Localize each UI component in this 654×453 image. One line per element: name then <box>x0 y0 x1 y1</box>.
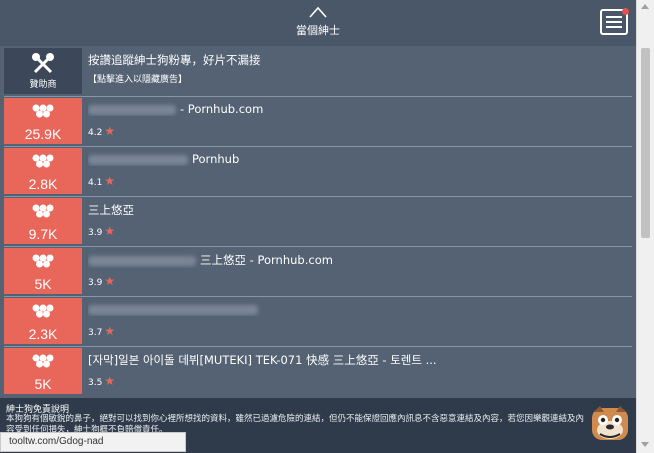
list-item[interactable]: 25.9K - Pornhub.com 4.2 ★ <box>4 96 632 147</box>
header-bar: 當個紳士 <box>0 0 636 46</box>
item-title[interactable]: [자막]일본 아이돌 데뷔[MUTEKI] TEK-071 快感 三上悠亞 - … <box>88 352 628 368</box>
star-icon: ★ <box>104 374 116 388</box>
page-title: 當個紳士 <box>296 24 340 37</box>
blurred-text <box>88 154 188 165</box>
scroll-down-arrow-icon[interactable] <box>641 442 649 447</box>
status-url: tooltw.com/Gdog-nad <box>0 432 186 452</box>
star-icon: ★ <box>104 224 116 238</box>
sponsor-thumb: 贊助商 <box>4 48 82 94</box>
scrollbar[interactable] <box>636 0 654 453</box>
eyes-icon <box>32 304 54 318</box>
item-rating: 3.9 ★ <box>88 224 116 238</box>
list-item[interactable]: 5K [자막]일본 아이돌 데뷔[MUTEKI] TEK-071 快感 三上悠亞… <box>4 346 632 396</box>
item-title[interactable] <box>88 302 628 316</box>
item-title[interactable]: Pornhub <box>88 152 628 166</box>
crossed-tools-icon <box>32 53 54 74</box>
view-count: 2.8K <box>28 176 58 192</box>
item-rating: 3.5 ★ <box>88 374 116 388</box>
star-icon: ★ <box>104 124 116 138</box>
star-icon: ★ <box>104 324 116 338</box>
view-count: 25.9K <box>24 126 62 142</box>
chevron-up-icon[interactable] <box>309 6 327 18</box>
list-item[interactable]: 2.8K Pornhub 4.1 ★ <box>4 146 632 197</box>
eyes-icon <box>32 104 54 118</box>
menu-button[interactable] <box>600 8 629 35</box>
view-count: 5K <box>34 276 52 292</box>
eyes-icon <box>32 154 54 168</box>
scroll-thumb[interactable] <box>641 48 650 238</box>
eyes-icon <box>32 204 54 218</box>
view-count-thumb: 25.9K <box>4 98 82 144</box>
item-title[interactable]: - Pornhub.com <box>88 102 628 116</box>
list-item[interactable]: 9.7K 三上悠亞 3.9 ★ <box>4 196 632 247</box>
blurred-text <box>88 304 258 315</box>
item-rating: 4.1 ★ <box>88 174 116 188</box>
scroll-up-arrow-icon[interactable] <box>641 4 649 9</box>
item-rating: 4.2 ★ <box>88 124 116 138</box>
bulldog-mascot-icon[interactable] <box>590 404 630 444</box>
list-item[interactable]: 2.3K 3.7 ★ <box>4 296 632 347</box>
list-item[interactable]: 5K 三上悠亞 - Pornhub.com 3.9 ★ <box>4 246 632 297</box>
item-rating: 3.9 ★ <box>88 274 116 288</box>
view-count: 5K <box>34 376 52 392</box>
item-title[interactable]: 三上悠亞 - Pornhub.com <box>88 252 628 268</box>
sponsor-title[interactable]: 按讚追蹤紳士狗粉專，好片不漏接 <box>88 52 628 68</box>
sponsor-subtitle[interactable]: 【點擊進入以隱藏廣告】 <box>88 72 187 85</box>
star-icon: ★ <box>104 174 116 188</box>
sponsor-row[interactable]: 贊助商 按讚追蹤紳士狗粉專，好片不漏接 【點擊進入以隱藏廣告】 <box>4 46 632 97</box>
sponsor-label: 贊助商 <box>29 80 57 90</box>
view-count: 9.7K <box>28 226 58 242</box>
blurred-text <box>88 104 176 115</box>
notification-dot <box>622 8 629 15</box>
star-icon: ★ <box>104 274 116 288</box>
view-count: 2.3K <box>28 326 58 342</box>
view-count-thumb: 2.8K <box>4 148 82 194</box>
blurred-text <box>88 255 196 266</box>
eyes-icon <box>32 354 54 368</box>
view-count-thumb: 2.3K <box>4 298 82 344</box>
view-count-thumb: 5K <box>4 348 82 394</box>
item-rating: 3.7 ★ <box>88 324 116 338</box>
item-title[interactable]: 三上悠亞 <box>88 202 628 218</box>
view-count-thumb: 5K <box>4 248 82 294</box>
eyes-icon <box>32 254 54 268</box>
view-count-thumb: 9.7K <box>4 198 82 244</box>
